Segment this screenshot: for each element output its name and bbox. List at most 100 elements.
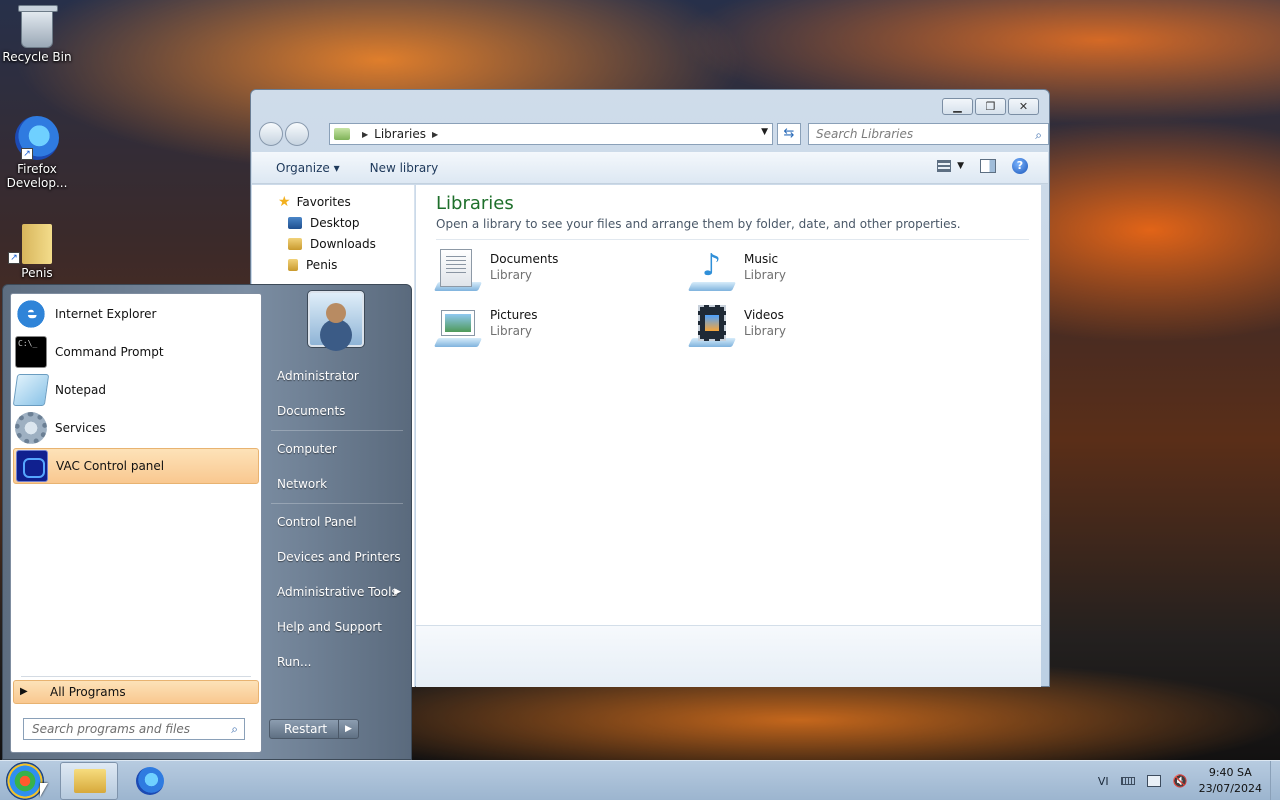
folder-icon	[74, 769, 106, 793]
pictures-icon	[433, 305, 483, 347]
user-avatar[interactable]	[308, 291, 364, 347]
breadcrumb-arrow-icon[interactable]: ▶	[432, 130, 438, 139]
start-link-help-and-support[interactable]: Help and Support	[269, 612, 405, 642]
view-options-dropdown-icon[interactable]: ▼	[957, 161, 964, 171]
search-placeholder: Search programs and files	[32, 722, 190, 736]
services-gear-icon	[15, 412, 47, 444]
start-link-administrative-tools[interactable]: Administrative Tools ▶	[269, 577, 405, 607]
window-controls: ▁ ❐ ✕	[942, 98, 1039, 115]
change-view-icon[interactable]	[937, 160, 952, 172]
search-placeholder: Search Libraries	[816, 127, 914, 141]
divider	[271, 430, 403, 431]
desktop-icon-penis-folder[interactable]: ↗ Penis	[0, 224, 74, 280]
desktop-icon	[288, 216, 302, 229]
library-pictures[interactable]: Pictures Library	[433, 305, 538, 347]
breadcrumb-libraries[interactable]: Libraries	[374, 127, 426, 141]
refresh-button[interactable]: ⇆	[777, 123, 801, 145]
taskbar-firefox-button[interactable]	[120, 762, 178, 800]
desktop-icon-label: Firefox Develop...	[6, 162, 68, 190]
favorites-star-icon: ★	[278, 193, 291, 210]
nav-item-penis[interactable]: Penis	[252, 254, 414, 275]
maximize-button[interactable]: ❐	[975, 98, 1006, 115]
firefox-icon	[136, 767, 164, 795]
help-icon[interactable]: ?	[1012, 158, 1028, 174]
taskbar: VI 🔇 9:40 SA 23/07/2024	[0, 760, 1280, 800]
close-icon: ✕	[1018, 100, 1029, 113]
address-bar[interactable]: ▶ Libraries ▶ ▼	[329, 123, 773, 145]
mouse-cursor-icon	[40, 783, 48, 797]
command-prompt-icon: C:\_	[15, 336, 47, 368]
clock[interactable]: 9:40 SA 23/07/2024	[1199, 765, 1262, 797]
start-link-documents[interactable]: Documents	[269, 396, 405, 426]
notepad-icon	[12, 374, 50, 406]
start-link-devices-and-printers[interactable]: Devices and Printers	[269, 542, 405, 572]
volume-muted-icon[interactable]: 🔇	[1173, 775, 1188, 787]
preview-pane-icon[interactable]	[980, 159, 996, 173]
program-internet-explorer[interactable]: e Internet Explorer	[13, 296, 259, 332]
page-title: Libraries	[436, 193, 514, 214]
details-pane	[416, 625, 1041, 687]
program-command-prompt[interactable]: C:\_ Command Prompt	[13, 334, 259, 370]
start-link-control-panel[interactable]: Control Panel	[269, 507, 405, 537]
desktop-icon-label: Penis	[21, 266, 53, 280]
start-button[interactable]	[6, 762, 44, 800]
start-link-administrator[interactable]: Administrator	[269, 361, 405, 391]
desktop-icon-label: Recycle Bin	[2, 50, 72, 64]
command-bar: Organize ▾ New library ▼ ?	[252, 152, 1048, 184]
music-icon: ♪	[687, 249, 737, 291]
program-services[interactable]: Services	[13, 410, 259, 446]
language-indicator[interactable]: VI	[1098, 775, 1109, 788]
desktop-icon-firefox-developer[interactable]: ↗ Firefox Develop...	[0, 116, 74, 190]
recycle-bin-icon	[18, 5, 58, 48]
start-search-input[interactable]: Search programs and files ⌕	[23, 718, 245, 740]
all-programs-button[interactable]: ▶ All Programs	[13, 680, 259, 704]
search-libraries-input[interactable]: Search Libraries ⌕	[808, 123, 1049, 145]
start-link-run[interactable]: Run...	[269, 647, 405, 677]
divider	[436, 239, 1029, 240]
new-library-button[interactable]: New library	[370, 161, 439, 175]
taskbar-explorer-button[interactable]	[60, 762, 118, 800]
organize-button[interactable]: Organize ▾	[276, 161, 340, 175]
library-music[interactable]: ♪ Music Library	[687, 249, 786, 291]
shortcut-arrow-icon: ↗	[8, 252, 20, 264]
address-dropdown-icon[interactable]: ▼	[761, 127, 768, 137]
library-videos[interactable]: Videos Library	[687, 305, 786, 347]
minimize-icon: ▁	[953, 100, 962, 113]
maximize-icon: ❐	[985, 100, 996, 113]
network-icon[interactable]	[1146, 775, 1161, 787]
restart-button[interactable]: Restart ▶	[269, 719, 359, 739]
libraries-content: Libraries Open a library to see your fil…	[416, 185, 1041, 625]
library-documents[interactable]: Documents Library	[433, 249, 558, 291]
folder-icon	[288, 258, 298, 271]
navigation-bar: ▶ Libraries ▶ ▼ ⇆ Search Libraries ⌕	[259, 122, 1049, 146]
minimize-button[interactable]: ▁	[942, 98, 973, 115]
show-desktop-button[interactable]	[1270, 761, 1280, 800]
program-vac-control-panel[interactable]: VAC Control panel	[13, 448, 259, 484]
divider	[21, 676, 251, 677]
shutdown-options-arrow-icon[interactable]: ▶	[338, 720, 358, 738]
keyboard-icon[interactable]	[1120, 777, 1135, 785]
close-button[interactable]: ✕	[1008, 98, 1039, 115]
submenu-arrow-icon: ▶	[394, 587, 401, 597]
program-notepad[interactable]: Notepad	[12, 372, 259, 408]
start-link-network[interactable]: Network	[269, 469, 405, 499]
desktop-icon-recycle-bin[interactable]: Recycle Bin	[0, 5, 74, 64]
refresh-icon: ⇆	[783, 126, 795, 141]
start-menu-programs-pane: e Internet Explorer C:\_ Command Prompt …	[10, 293, 262, 753]
vac-control-panel-icon	[16, 450, 48, 482]
nav-item-downloads[interactable]: Downloads	[252, 233, 414, 254]
forward-button[interactable]	[285, 122, 309, 146]
breadcrumb-arrow-icon: ▶	[362, 129, 369, 139]
folder-icon: ↗	[8, 224, 52, 264]
start-menu: e Internet Explorer C:\_ Command Prompt …	[2, 284, 412, 760]
firefox-icon: ↗	[15, 116, 59, 160]
downloads-icon	[288, 237, 302, 250]
search-icon: ⌕	[1035, 128, 1042, 142]
nav-favorites[interactable]: ★ Favorites	[252, 191, 414, 212]
shortcut-arrow-icon: ↗	[21, 148, 33, 160]
start-link-computer[interactable]: Computer	[269, 434, 405, 464]
back-button[interactable]	[259, 122, 283, 146]
search-icon: ⌕	[231, 722, 238, 736]
arrow-right-icon: ▶	[20, 686, 28, 697]
nav-item-desktop[interactable]: Desktop	[252, 212, 414, 233]
